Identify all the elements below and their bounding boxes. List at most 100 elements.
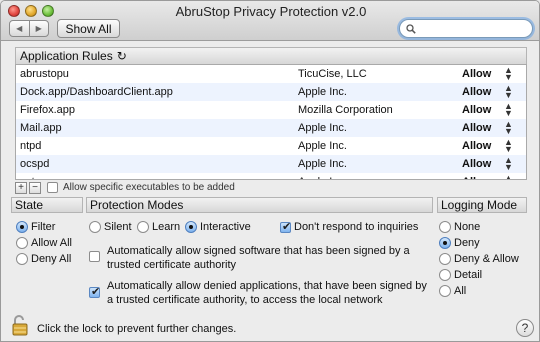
logging-label-none: None: [454, 221, 481, 233]
table-row[interactable]: ntpd Apple Inc. Allow ▲ ▼: [16, 137, 526, 155]
protection-option-silent[interactable]: Silent: [89, 221, 132, 233]
table-row[interactable]: Dock.app/DashboardClient.app Apple Inc. Al…: [16, 83, 526, 101]
state-label-allow-all: Allow All: [31, 237, 72, 249]
state-option-deny-all[interactable]: Deny All: [16, 253, 71, 265]
table-row[interactable]: ocspd Apple Inc. Allow ▲ ▼: [16, 155, 526, 173]
table-toolbar: + − Allow specific executables to be add…: [15, 181, 235, 194]
logging-option-all[interactable]: All: [439, 285, 466, 297]
vendor-cell: Apple Inc.: [298, 176, 347, 179]
toolbar: AbruStop Privacy Protection v2.0 ◀ ▶ Sho…: [1, 1, 539, 41]
protection-label-interactive: Interactive: [200, 221, 251, 233]
search-field[interactable]: [399, 19, 533, 38]
radio-interactive[interactable]: [185, 221, 197, 233]
action-cell[interactable]: Allow: [462, 104, 491, 116]
vendor-cell: Apple Inc.: [298, 140, 347, 152]
search-icon: [406, 23, 416, 34]
allow-specific-label: Allow specific executables to be added: [63, 182, 235, 193]
back-arrow-icon[interactable]: ◀: [10, 21, 29, 36]
unlocked-lock-icon[interactable]: [11, 314, 29, 336]
action-stepper-icon[interactable]: ▲▼: [504, 138, 513, 154]
protection-label-learn: Learn: [152, 221, 181, 233]
radio-log-deny[interactable]: [439, 237, 451, 249]
vendor-cell: Apple Inc.: [298, 158, 347, 170]
radio-log-detail[interactable]: [439, 269, 451, 281]
state-label-deny-all: Deny All: [31, 253, 72, 265]
action-stepper-icon[interactable]: ▲▼: [504, 102, 513, 118]
action-cell[interactable]: Allow: [462, 122, 491, 134]
dont-respond-label: Don't respond to inquiries: [294, 221, 419, 233]
table-row[interactable]: abrustopu TicuCise, LLC Allow ▲ ▼: [16, 65, 526, 83]
forward-arrow-icon[interactable]: ▶: [28, 21, 49, 36]
refresh-icon[interactable]: ↻: [117, 49, 127, 63]
app-name-cell: Dock.app/DashboardClient.app: [20, 86, 173, 98]
auto-denied-checkbox[interactable]: [89, 285, 100, 298]
application-rules-table: abrustopu TicuCise, LLC Allow ▲ ▼ Dock.app/Da…: [15, 64, 527, 180]
window-title: AbruStop Privacy Protection v2.0: [175, 4, 367, 19]
app-name-cell: Mail.app: [20, 122, 62, 134]
protection-modes-title: Protection Modes: [90, 198, 184, 212]
radio-silent[interactable]: [89, 221, 101, 233]
protection-modes-header: Protection Modes: [86, 197, 433, 213]
action-stepper-icon[interactable]: ▲▼: [504, 156, 513, 172]
action-stepper-icon[interactable]: ▲▼: [504, 66, 513, 82]
table-row[interactable]: Firefox.app Mozilla Corporation Allow ▲ ▼: [16, 101, 526, 119]
logging-label-detail: Detail: [454, 269, 483, 281]
dont-respond-checkbox[interactable]: [280, 220, 291, 233]
action-stepper-icon[interactable]: ▲▼: [504, 84, 513, 100]
action-cell[interactable]: Allow: [462, 86, 491, 98]
radio-allow-all[interactable]: [16, 237, 28, 249]
auto-signed-checkbox[interactable]: [89, 251, 100, 262]
table-row[interactable]: sntp Apple Inc. Allow ▲▼: [16, 173, 526, 180]
radio-log-all[interactable]: [439, 285, 451, 297]
state-option-allow-all[interactable]: Allow All: [16, 237, 72, 249]
app-name-cell: ntpd: [20, 140, 42, 152]
protection-label-silent: Silent: [104, 221, 132, 233]
state-option-filter[interactable]: Filter: [16, 221, 55, 233]
action-cell[interactable]: Allow: [462, 158, 491, 170]
help-button[interactable]: ?: [516, 319, 534, 337]
vendor-cell: Mozilla Corporation: [298, 104, 393, 116]
back-forward-control: ◀ ▶: [9, 20, 49, 37]
radio-learn[interactable]: [137, 221, 149, 233]
auto-signed-label: Automatically allow signed software that…: [107, 245, 410, 271]
search-input[interactable]: [420, 22, 530, 35]
logging-mode-header: Logging Mode: [437, 197, 527, 213]
allow-specific-checkbox[interactable]: [47, 182, 58, 193]
application-rules-title: Application Rules: [20, 49, 113, 63]
auto-denied-label: Automatically allow denied applications,…: [107, 280, 427, 306]
remove-rule-button[interactable]: −: [29, 181, 41, 194]
logging-option-deny-allow[interactable]: Deny & Allow: [439, 253, 519, 265]
logging-label-deny-allow: Deny & Allow: [454, 253, 519, 265]
dont-respond-option[interactable]: Don't respond to inquiries: [280, 220, 419, 233]
logging-label-deny: Deny: [454, 237, 480, 249]
radio-log-none[interactable]: [439, 221, 451, 233]
state-header: State: [11, 197, 83, 213]
show-all-button[interactable]: Show All: [57, 19, 120, 38]
logging-label-all: All: [454, 285, 467, 297]
table-scrollbar[interactable]: [517, 65, 525, 179]
logging-option-none[interactable]: None: [439, 221, 480, 233]
app-name-cell: abrustopu: [20, 68, 69, 80]
action-stepper-icon[interactable]: ▲▼: [504, 174, 513, 180]
action-cell[interactable]: Allow: [462, 176, 491, 179]
action-cell[interactable]: Allow: [462, 68, 491, 80]
add-rule-button[interactable]: +: [15, 181, 27, 194]
protection-option-learn[interactable]: Learn: [137, 221, 180, 233]
table-row[interactable]: Mail.app Apple Inc. Allow ▲ ▼: [16, 119, 526, 137]
action-stepper-icon[interactable]: ▲▼: [504, 120, 513, 136]
preferences-window: AbruStop Privacy Protection v2.0 ◀ ▶ Sho…: [0, 0, 540, 342]
logging-option-detail[interactable]: Detail: [439, 269, 482, 281]
radio-filter[interactable]: [16, 221, 28, 233]
radio-deny-all[interactable]: [16, 253, 28, 265]
logging-mode-title: Logging Mode: [441, 198, 518, 212]
lock-message: Click the lock to prevent further change…: [37, 323, 237, 335]
logging-option-deny[interactable]: Deny: [439, 237, 480, 249]
radio-log-deny-allow[interactable]: [439, 253, 451, 265]
app-name-cell: sntp: [20, 176, 41, 179]
vendor-cell: TicuCise, LLC: [298, 68, 367, 80]
application-rules-header: Application Rules ↻: [15, 47, 527, 64]
vendor-cell: Apple Inc.: [298, 122, 347, 134]
action-cell[interactable]: Allow: [462, 140, 491, 152]
protection-option-interactive[interactable]: Interactive: [185, 221, 251, 233]
app-name-cell: Firefox.app: [20, 104, 76, 116]
